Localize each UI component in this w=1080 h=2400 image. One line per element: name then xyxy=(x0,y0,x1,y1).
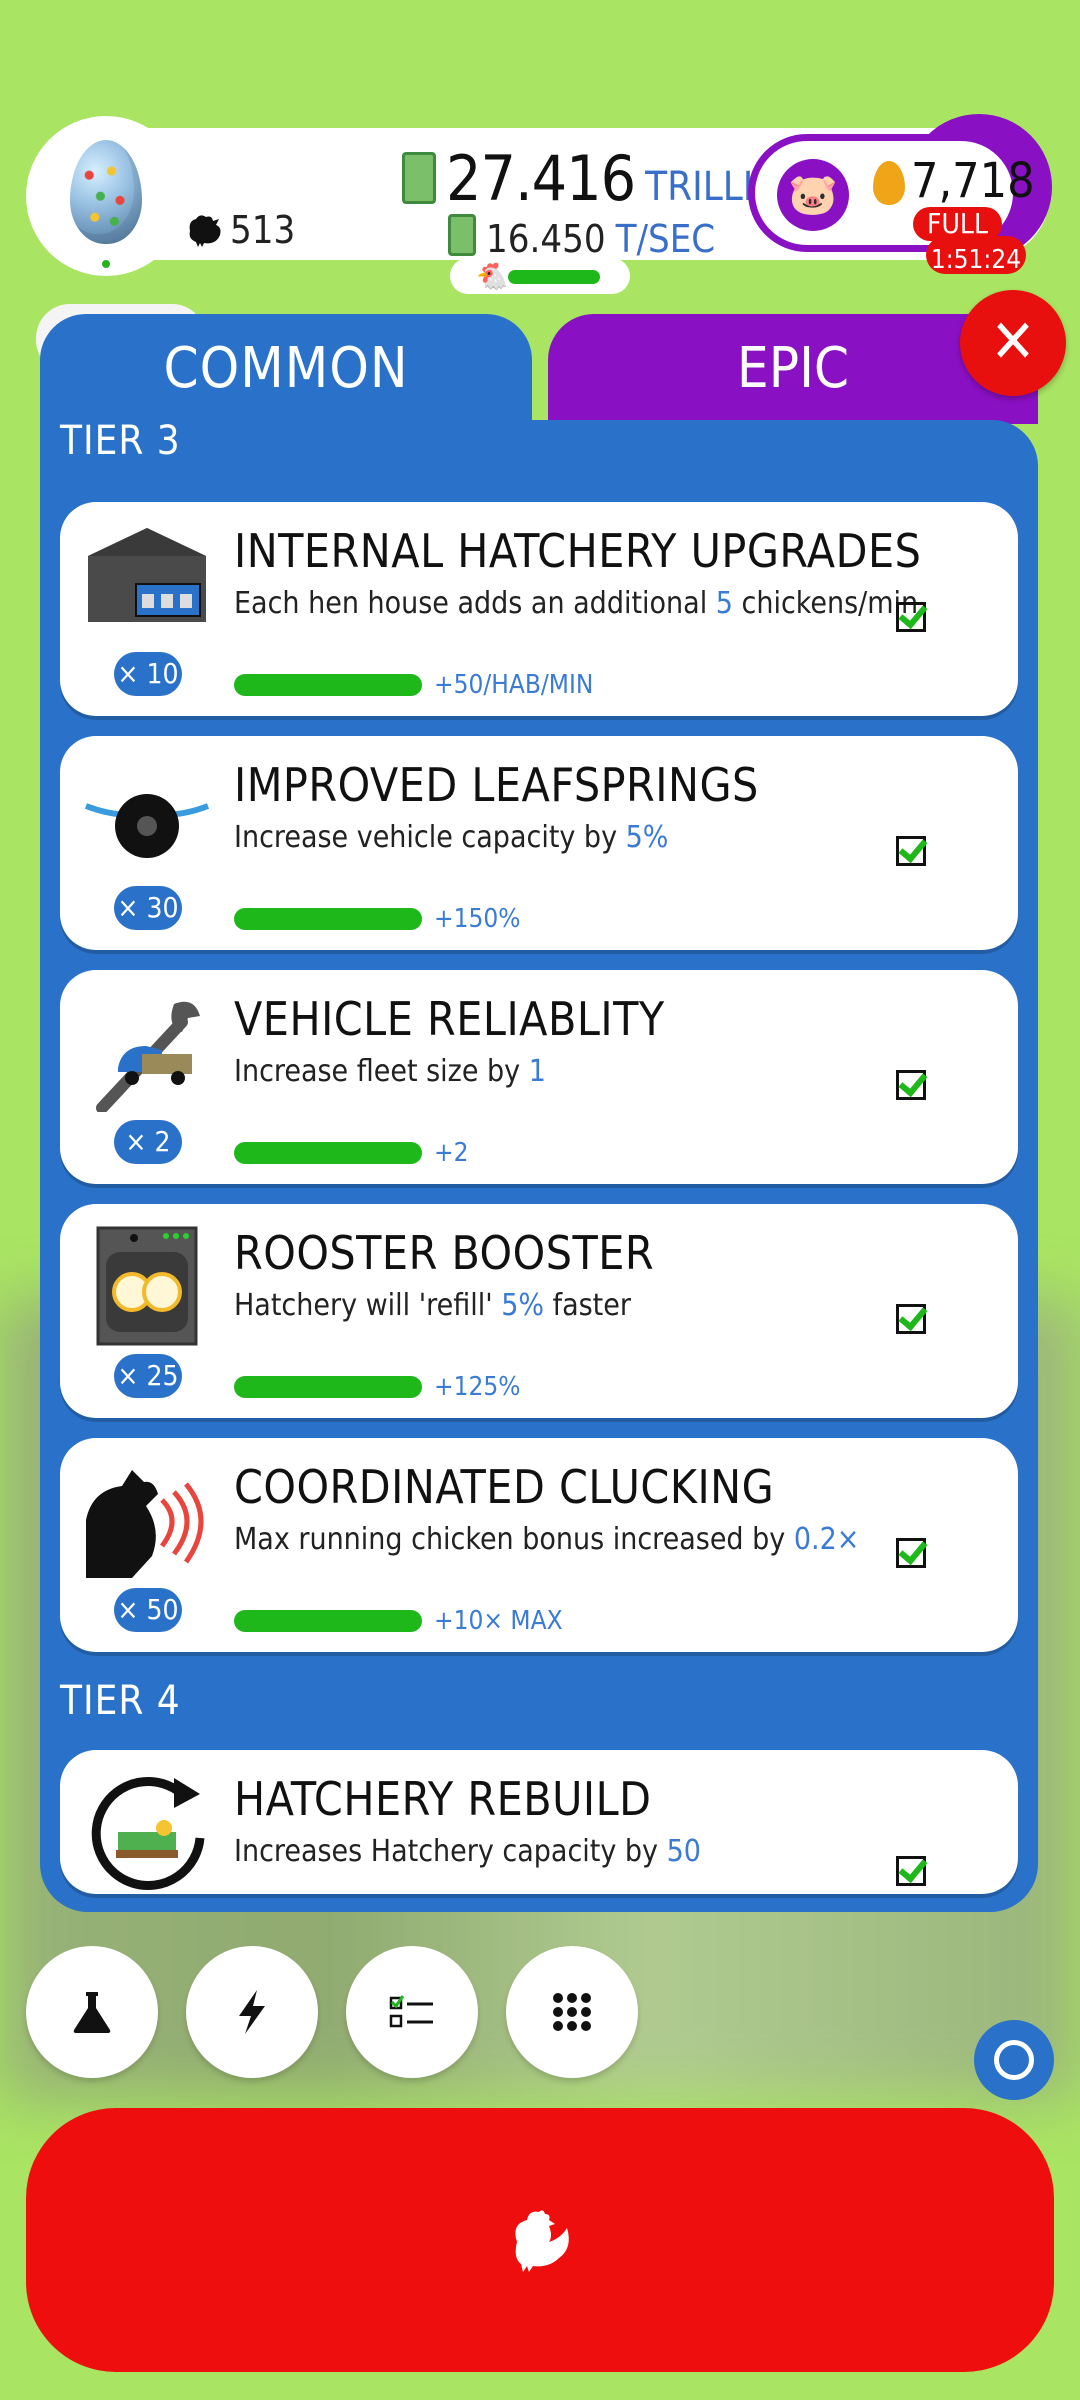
research-title: INTERNAL HATCHERY UPGRADES xyxy=(234,524,922,578)
desc-value: 50 xyxy=(666,1834,701,1869)
tier-heading: TIER 4 xyxy=(60,1678,181,1724)
wheel-spring-icon xyxy=(84,794,210,858)
egg-indicator-dot xyxy=(102,260,110,268)
hatchery-fill-bar xyxy=(508,270,600,284)
research-count-badge: × 10 xyxy=(114,652,182,696)
research-progress-bar xyxy=(234,1376,422,1398)
completed-check-icon xyxy=(896,1538,926,1568)
completed-check-icon xyxy=(896,1070,926,1100)
missions-checklist-icon xyxy=(389,1995,433,2028)
hen-house-icon xyxy=(88,528,206,622)
research-description: Increase vehicle capacity by 5% xyxy=(234,820,668,855)
rate-bill-icon xyxy=(448,214,476,256)
completed-check-icon xyxy=(896,1856,926,1886)
tab-common[interactable]: COMMON xyxy=(40,314,532,424)
research-flask-icon xyxy=(73,1992,111,2033)
research-count-badge: × 30 xyxy=(114,886,182,930)
menu-grid-icon xyxy=(553,1993,591,2031)
boost-button[interactable] xyxy=(186,1946,318,2078)
research-button[interactable] xyxy=(26,1946,158,2078)
research-card[interactable]: HATCHERY REBUILD Increases Hatchery capa… xyxy=(60,1750,1018,1894)
piggy-bank-icon: 🐷 xyxy=(777,159,849,231)
research-gain: +2 xyxy=(434,1138,469,1168)
overlay-circle-button[interactable] xyxy=(974,2020,1054,2100)
desc-text: Increases Hatchery capacity by xyxy=(234,1834,667,1869)
wrench-truck-icon xyxy=(96,1001,200,1112)
cash-display: 27.416 TRILLION xyxy=(402,142,809,215)
desc-text: Increase vehicle capacity by xyxy=(234,820,626,855)
rate-value: 16.450 xyxy=(486,217,606,261)
completed-check-icon xyxy=(896,602,926,632)
menu-button[interactable] xyxy=(506,1946,638,2078)
circle-icon xyxy=(994,2040,1034,2080)
research-card[interactable]: × 10 INTERNAL HATCHERY UPGRADES Each hen… xyxy=(60,502,1018,716)
research-progress-bar xyxy=(234,1610,422,1632)
research-gain: +50/HAB/MIN xyxy=(434,670,594,700)
research-title: COORDINATED CLUCKING xyxy=(234,1460,775,1514)
research-card[interactable]: × 25 ROOSTER BOOSTER Hatchery will 'refi… xyxy=(60,1204,1018,1418)
current-egg[interactable] xyxy=(26,116,186,276)
rebuild-bed-icon xyxy=(91,1777,205,1891)
research-description: Increase fleet size by 1 xyxy=(234,1054,546,1089)
rate-unit: T/SEC xyxy=(615,217,716,261)
desc-text: Max running chicken bonus increased by xyxy=(234,1522,794,1557)
research-title: HATCHERY REBUILD xyxy=(234,1772,652,1826)
clucking-chicken-icon xyxy=(86,1470,204,1578)
desc-value: 5% xyxy=(501,1288,545,1323)
missions-button[interactable] xyxy=(346,1946,478,2078)
desc-value: 0.2× xyxy=(793,1522,860,1557)
research-progress-bar xyxy=(234,674,422,696)
research-panel[interactable]: TIER 3 × 10 INTERNAL HATCHERY UPGRADES E… xyxy=(40,420,1038,1912)
research-progress-bar xyxy=(234,908,422,930)
completed-check-icon xyxy=(896,1304,926,1334)
mini-chicken-icon: 🐔 xyxy=(476,262,509,292)
research-count-badge: × 50 xyxy=(114,1588,182,1632)
chicken-count-value: 513 xyxy=(230,208,296,252)
desc-suffix: faster xyxy=(544,1288,631,1323)
hatch-chicken-button[interactable] xyxy=(26,2108,1054,2372)
golden-egg-count: 7,718 xyxy=(911,153,1035,209)
research-card[interactable]: × 50 COORDINATED CLUCKING Max running ch… xyxy=(60,1438,1018,1652)
desc-value: 5% xyxy=(625,820,669,855)
research-gain: +10× MAX xyxy=(434,1606,563,1636)
research-count-badge: × 2 xyxy=(114,1120,182,1164)
research-title: IMPROVED LEAFSPRINGS xyxy=(234,758,759,812)
close-button[interactable]: ✕ xyxy=(960,290,1066,396)
golden-egg-display[interactable]: 🐷 7,718 FULL xyxy=(748,134,1035,252)
research-description: Increases Hatchery capacity by 50 xyxy=(234,1834,701,1869)
chicken-silhouette-icon xyxy=(189,215,221,247)
desc-value: 1 xyxy=(528,1054,546,1089)
research-gain: +125% xyxy=(434,1372,521,1402)
egg-icon xyxy=(70,140,142,244)
research-card[interactable]: × 2 VEHICLE RELIABLITY Increase fleet si… xyxy=(60,970,1018,1184)
research-title: VEHICLE RELIABLITY xyxy=(234,992,665,1046)
research-card[interactable]: × 30 IMPROVED LEAFSPRINGS Increase vehic… xyxy=(60,736,1018,950)
chicken-count: 513 xyxy=(186,208,295,252)
chicken-icon xyxy=(515,2210,569,2272)
cash-value: 27.416 xyxy=(446,142,636,215)
golden-egg-icon xyxy=(873,161,905,205)
incubator-icon xyxy=(96,1226,198,1346)
research-description: Max running chicken bonus increased by 0… xyxy=(234,1522,859,1557)
income-rate: 16.450 T/SEC xyxy=(448,210,715,261)
tier-heading: TIER 3 xyxy=(60,420,181,464)
research-description: Each hen house adds an additional 5 chic… xyxy=(234,586,918,621)
desc-suffix: chickens/min xyxy=(732,586,919,621)
cash-bill-icon xyxy=(402,152,436,204)
desc-text: Each hen house adds an additional xyxy=(234,586,716,621)
research-title: ROOSTER BOOSTER xyxy=(234,1226,655,1280)
research-count-badge: × 25 xyxy=(114,1354,182,1398)
desc-value: 5 xyxy=(715,586,733,621)
event-timer: 1:51:24 xyxy=(926,236,1026,274)
completed-check-icon xyxy=(896,836,926,866)
research-description: Hatchery will 'refill' 5% faster xyxy=(234,1288,631,1323)
research-progress-bar xyxy=(234,1142,422,1164)
boost-lightning-icon xyxy=(239,1990,265,2034)
research-gain: +150% xyxy=(434,904,521,934)
desc-text: Hatchery will 'refill' xyxy=(234,1288,502,1323)
desc-text: Increase fleet size by xyxy=(234,1054,529,1089)
